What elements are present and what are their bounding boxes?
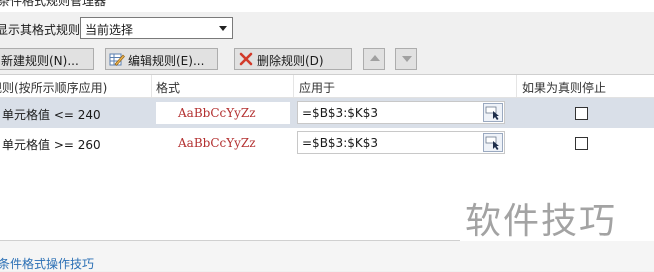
header-stop-if-true: 如果为真则停止 [522,81,607,95]
show-rules-value: 当前选择 [85,23,134,37]
applies-to-value: =$B$3:$K$3 [302,106,379,120]
dialog-title: 条件格式规则管理器 [0,0,107,8]
format-preview: AaBbCcYyZz [156,102,290,124]
applies-to-field[interactable]: =$B$3:$K$3 [297,131,505,154]
stop-if-true-checkbox[interactable] [575,107,588,120]
column-divider [293,75,294,97]
applies-to-field[interactable]: =$B$3:$K$3 [297,101,505,124]
dialog-footer: 条件格式操作技巧 [0,241,654,271]
stop-if-true-checkbox[interactable] [575,137,588,150]
watermark: 软件技巧 [465,201,618,242]
tips-link[interactable]: 条件格式操作技巧 [0,255,94,272]
column-divider [151,75,152,97]
column-divider [516,75,517,97]
arrow-up-icon [370,55,380,61]
delete-rule-button[interactable]: 删除规则(D) [234,48,352,70]
applies-to-value: =$B$3:$K$3 [302,136,379,150]
show-rules-row: 显示其格式规则(S): 当前选择 [0,14,654,44]
format-preview-text: AaBbCcYyZz [178,106,256,120]
range-select-icon[interactable] [483,103,503,122]
rule-description: 单元格值 >= 260 [2,138,101,152]
delete-x-icon [238,51,254,70]
table-row[interactable]: 单元格值 <= 240 AaBbCcYyZz =$B$3:$K$3 [0,98,654,128]
table-row[interactable]: 单元格值 >= 260 AaBbCcYyZz =$B$3:$K$3 [0,128,654,158]
arrow-down-icon [402,56,412,62]
table-header: 规则(按所示顺序应用) 格式 应用于 如果为真则停止 [0,75,654,98]
move-up-button[interactable] [363,48,385,70]
header-format: 格式 [156,81,181,95]
edit-rule-label: 编辑规则(E)... [128,54,205,68]
dialog-title-bar: 条件格式规则管理器 [0,0,654,12]
format-preview: AaBbCcYyZz [156,132,290,154]
rule-description: 单元格值 <= 240 [2,108,101,122]
delete-rule-label: 删除规则(D) [257,54,324,68]
header-applies-to: 应用于 [299,81,336,95]
new-rule-label: 新建规则(N)... [1,54,79,68]
header-rule: 规则(按所示顺序应用) [0,81,108,95]
edit-rule-button[interactable]: 编辑规则(E)... [105,48,218,70]
range-select-icon[interactable] [483,133,503,152]
format-preview-text: AaBbCcYyZz [178,136,256,150]
chevron-down-icon [219,26,227,31]
show-rules-dropdown[interactable]: 当前选择 [80,17,233,39]
new-rule-button[interactable]: 新建规则(N)... [0,48,94,70]
move-down-button[interactable] [395,48,417,70]
edit-rule-icon [109,52,125,70]
